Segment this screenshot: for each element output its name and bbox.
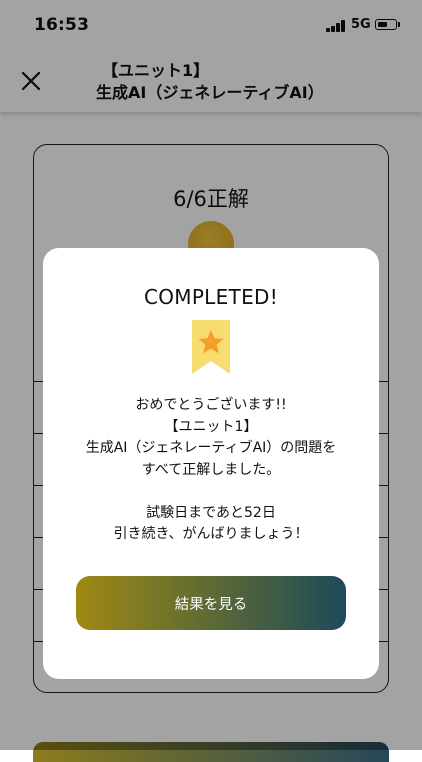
countdown-line: 試験日まであと52日 bbox=[146, 504, 276, 521]
view-results-button[interactable]: 結果を見る bbox=[76, 576, 346, 630]
modal-title: COMPLETED! bbox=[143, 285, 279, 309]
star-ribbon-icon bbox=[192, 320, 230, 374]
encouragement-line: 引き続き、がんばりましょう！ bbox=[113, 526, 309, 542]
message-line: 【ユニット1】 bbox=[164, 418, 258, 435]
message-line: すべて正解しました。 bbox=[141, 461, 281, 478]
modal-message: おめでとうございます!! 【ユニット1】 生成AI（ジェネレーティブAI）の問題… bbox=[43, 395, 379, 546]
message-line: 生成AI（ジェネレーティブAI）の問題を bbox=[85, 440, 337, 456]
message-line: おめでとうございます!! bbox=[135, 397, 287, 413]
completion-modal: COMPLETED! おめでとうございます!! 【ユニット1】 生成AI（ジェネ… bbox=[43, 248, 379, 679]
